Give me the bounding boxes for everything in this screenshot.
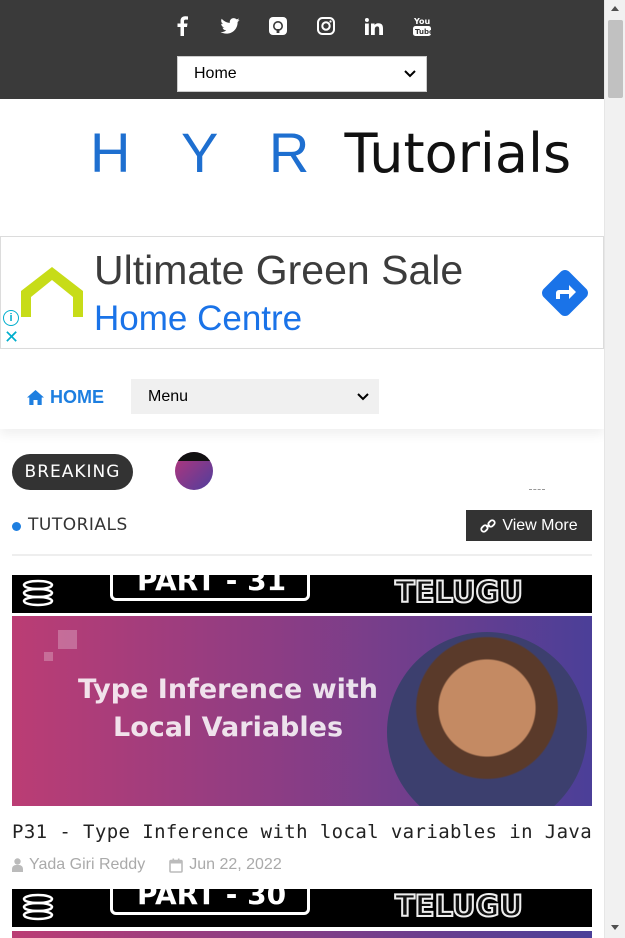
chevron-down-icon [404,70,416,78]
instagram-icon[interactable] [302,14,350,38]
ad-info-icon[interactable]: i [3,310,19,326]
brand-logo-icon [21,267,83,317]
directions-arrow-icon[interactable] [539,267,591,319]
breaking-badge: BREAKING [12,454,133,490]
menu-select[interactable]: Menu [131,379,379,414]
menu-select-value: Menu [148,387,189,405]
view-more-label: View More [502,516,578,534]
ad-headline: Ultimate Green Sale [94,247,464,293]
scrollbar-thumb[interactable] [608,20,623,98]
main-nav: HOME Menu [0,349,604,429]
user-icon [12,858,23,872]
section-header: TUTORIALS View More [12,509,592,556]
banner-part-label: PART - 31 [110,575,310,601]
view-more-button[interactable]: View More [466,510,592,541]
logo-word: Tutorials [327,122,572,185]
ticker-thumbnail[interactable] [175,452,213,490]
post-thumbnail[interactable] [12,931,592,938]
github-icon[interactable] [254,14,302,38]
java-logo-icon [22,579,54,607]
section-title: TUTORIALS [28,515,128,535]
advertisement-banner[interactable]: Ultimate Green Sale Home Centre i ✕ [0,236,604,349]
logo-initials: H Y R [90,121,328,184]
scrollbar[interactable] [604,0,625,938]
site-header: H Y R Tutorials [0,99,604,236]
post-meta: Yada Giri Reddy Jun 22, 2022 [12,856,282,874]
post-author[interactable]: Yada Giri Reddy [29,856,145,874]
scroll-up-icon[interactable] [611,6,619,11]
top-bar: You Tube Home [0,0,604,99]
home-icon [27,390,44,405]
svg-text:Tube: Tube [415,28,431,36]
facebook-icon[interactable] [158,14,206,38]
site-logo[interactable]: H Y R Tutorials [90,123,571,184]
page-select-value: Home [194,65,237,82]
thumbnail-line1: Type Inference with [77,674,379,705]
scroll-down-icon[interactable] [611,925,619,930]
ad-brand-name: Home Centre [94,299,303,338]
banner-language: TELUGU [394,889,524,924]
post-banner[interactable]: PART - 30 TELUGU [12,889,592,927]
nav-home-label: HOME [50,387,104,407]
page-select[interactable]: Home [177,56,427,92]
youtube-icon[interactable]: You Tube [398,14,446,38]
decor-square [44,652,53,661]
post-title[interactable]: P31 - Type Inference with local variable… [12,821,592,843]
link-icon [480,518,496,533]
decor-square [58,630,77,649]
thumbnail-line2: Local Variables [112,712,344,743]
post-banner[interactable]: PART - 31 TELUGU [12,575,592,613]
author-photo [387,632,587,806]
section-dot-icon [12,522,21,531]
banner-language: TELUGU [394,575,524,610]
post-thumbnail[interactable]: Type Inference with Local Variables [12,616,592,806]
post-date: Jun 22, 2022 [189,856,282,873]
calendar-icon [169,858,184,873]
linkedin-icon[interactable] [350,14,398,38]
chevron-down-icon [357,392,369,400]
banner-part-label: PART - 30 [110,889,310,915]
nav-home-link[interactable]: HOME [27,387,104,408]
ticker-divider [529,489,545,491]
ad-close-icon[interactable]: ✕ [4,328,19,346]
social-links: You Tube [0,14,604,38]
page: You Tube Home H Y R Tutorials Ultimate Gr… [0,0,604,938]
java-logo-icon [22,893,54,921]
svg-text:You: You [413,17,431,26]
twitter-icon[interactable] [206,14,254,38]
